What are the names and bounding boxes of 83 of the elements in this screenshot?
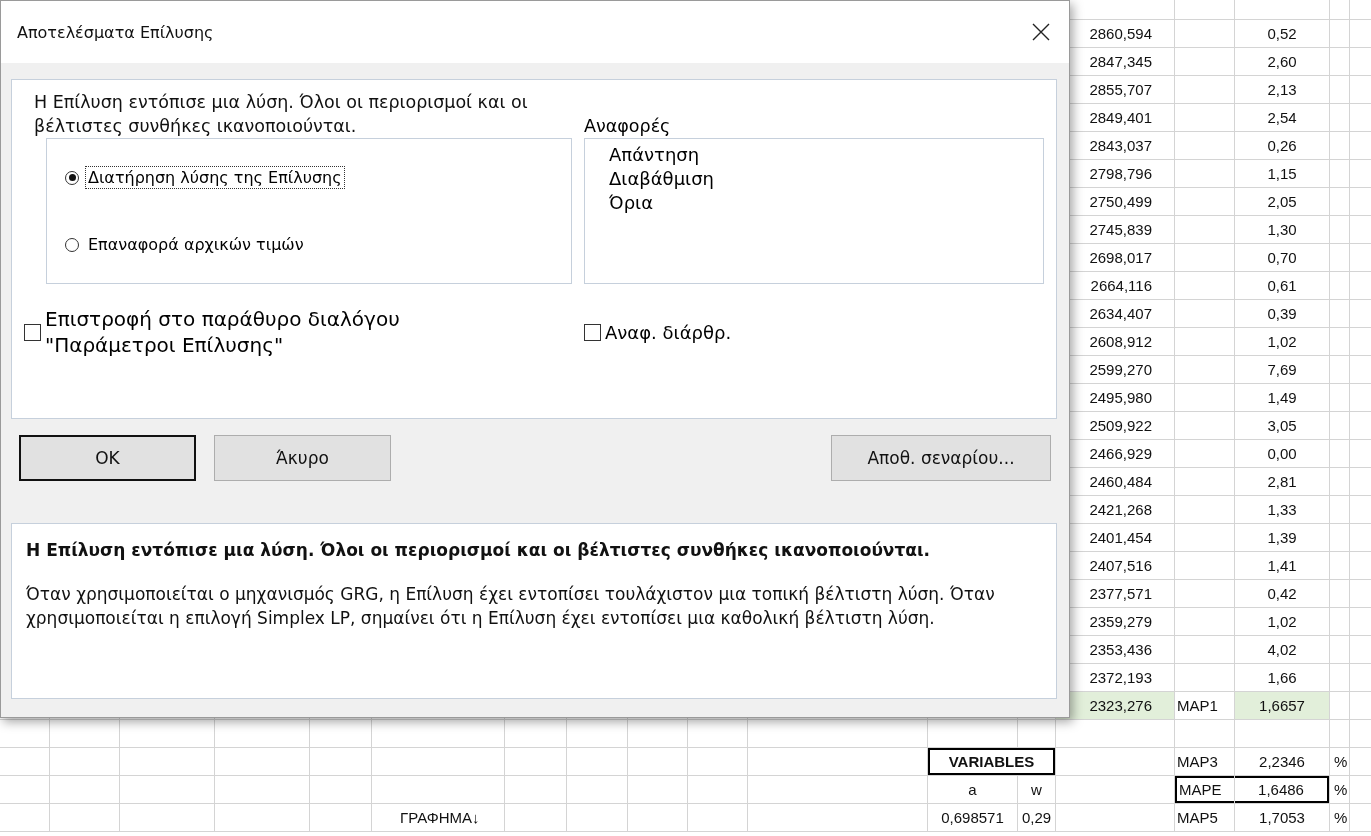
table-cell-text: 1,02 bbox=[1266, 332, 1298, 352]
table-cell-text: 2608,912 bbox=[1088, 332, 1153, 352]
table-cell-text: 2855,707 bbox=[1088, 80, 1153, 100]
table-cell-text: 2466,929 bbox=[1088, 444, 1153, 464]
table-cell-text: 0,52 bbox=[1266, 24, 1298, 44]
table-cell: VARIABLES bbox=[928, 748, 1055, 775]
checkbox-label[interactable]: Επιστροφή στο παράθυρο διαλόγου "Παράμετροι Επίλυσης" bbox=[45, 306, 465, 358]
table-cell-text: 2,05 bbox=[1266, 192, 1298, 212]
close-icon[interactable] bbox=[1031, 22, 1051, 42]
table-cell-text: 3,05 bbox=[1266, 416, 1298, 436]
table-cell-text: 2843,037 bbox=[1088, 136, 1153, 156]
result-message: Η Επίλυση εντόπισε μια λύση. Όλοι οι περιορισμοί και οι βέλτιστες συνθήκες ικανοποιούνται. bbox=[34, 91, 529, 138]
checkbox[interactable] bbox=[584, 323, 601, 341]
table-cell-text: 2,60 bbox=[1266, 52, 1298, 72]
table-cell-text: 0,29 bbox=[1020, 808, 1053, 828]
table-cell-text: 1,49 bbox=[1266, 388, 1298, 408]
table-cell-text: a bbox=[967, 780, 978, 800]
table-cell-text: 2353,436 bbox=[1088, 640, 1153, 660]
dialog-button[interactable]: Άκυρο bbox=[214, 435, 391, 481]
table-cell-text: 1,7053 bbox=[1258, 808, 1306, 828]
report-item[interactable]: Όρια bbox=[609, 191, 1043, 215]
window-title: Αποτελέσματα Επίλυσης bbox=[17, 22, 215, 42]
table-cell: MAPE bbox=[1175, 776, 1234, 803]
table-cell-text: 4,02 bbox=[1266, 640, 1298, 660]
table-cell-text: 2509,922 bbox=[1088, 416, 1153, 436]
checkbox-label[interactable]: Αναφ. διάρθρ. bbox=[605, 321, 732, 343]
table-cell-text: 0,698571 bbox=[940, 808, 1005, 828]
table-cell-text: 2401,454 bbox=[1088, 528, 1153, 548]
table-cell: 1,6486 bbox=[1235, 776, 1329, 803]
table-cell-text: 2372,193 bbox=[1088, 668, 1153, 688]
table-cell-text: MAP5 bbox=[1176, 808, 1219, 828]
table-cell-text: 1,30 bbox=[1266, 220, 1298, 240]
table-cell-text: 2,2346 bbox=[1258, 752, 1306, 772]
table-cell-text: 2664,116 bbox=[1089, 276, 1153, 296]
table-cell-text: 2698,017 bbox=[1088, 248, 1153, 268]
radio-label[interactable]: Επαναφορά αρχικών τιμών bbox=[85, 233, 307, 256]
table-cell-text: 1,33 bbox=[1266, 500, 1298, 520]
table-cell-text: MAP3 bbox=[1176, 752, 1219, 772]
table-cell-text: ΓΡΑΦΗΜΑ↓ bbox=[399, 808, 481, 828]
table-cell-text: 0,61 bbox=[1266, 276, 1298, 296]
save-scenario-button[interactable]: Αποθ. σεναρίου... bbox=[831, 435, 1051, 481]
table-cell-text: 0,00 bbox=[1266, 444, 1298, 464]
table-cell-text: 2495,980 bbox=[1088, 388, 1153, 408]
table-cell-text: 2860,594 bbox=[1088, 24, 1153, 44]
table-cell-text: 2847,345 bbox=[1088, 52, 1153, 72]
table-cell-text: 1,66 bbox=[1266, 668, 1298, 688]
table-cell-text: 2,54 bbox=[1266, 108, 1298, 128]
table-cell-text: 2421,268 bbox=[1088, 500, 1153, 520]
table-cell-text: MAP1 bbox=[1176, 696, 1219, 716]
table-cell-text: 2460,484 bbox=[1088, 472, 1153, 492]
table-cell-text: % bbox=[1333, 780, 1349, 800]
table-cell-text: w bbox=[1030, 780, 1043, 800]
table-cell-text: 0,42 bbox=[1266, 584, 1298, 604]
reports-label: Αναφορές bbox=[584, 115, 672, 138]
table-cell-text: 1,39 bbox=[1266, 528, 1298, 548]
table-cell-text: 2750,499 bbox=[1088, 192, 1153, 212]
table-cell-text: 2359,279 bbox=[1088, 612, 1153, 632]
table-cell-text: 2798,796 bbox=[1088, 164, 1153, 184]
table-cell-text: 0,70 bbox=[1266, 248, 1298, 268]
table-cell-text: % bbox=[1333, 808, 1349, 828]
table-cell-text: 2599,270 bbox=[1088, 360, 1153, 380]
info-text: Όταν χρησιμοποιείται ο μηχανισμός GRG, η Επίλυση έχει εντοπίσει τουλάχιστον μια τοπική βέλτιστη λύση. Όταν χρησιμοποιείται η επιλογή Simplex LP, σημαίνει ότι η Επίλυση έχει εντοπίσει μια καθολική βέλτιστη λύση. bbox=[26, 583, 996, 630]
checkbox[interactable] bbox=[24, 323, 41, 341]
table-cell-text: 2634,407 bbox=[1088, 304, 1153, 324]
table-cell-text: 0,39 bbox=[1266, 304, 1298, 324]
table-cell-text: 1,15 bbox=[1266, 164, 1298, 184]
radio-label[interactable]: Διατήρηση λύσης της Επίλυσης bbox=[85, 166, 345, 189]
table-cell-text: 7,69 bbox=[1266, 360, 1298, 380]
table-cell: 1,6657 bbox=[1235, 692, 1329, 719]
table-cell-text: 0,26 bbox=[1266, 136, 1298, 156]
report-item[interactable]: Διαβάθμιση bbox=[609, 167, 1043, 191]
table-cell-text: 1,41 bbox=[1266, 556, 1298, 576]
table-cell-text: 2,81 bbox=[1266, 472, 1298, 492]
table-cell-text: 2745,839 bbox=[1088, 220, 1153, 240]
table-cell-text: 2,13 bbox=[1266, 80, 1298, 100]
dialog-button[interactable]: OK bbox=[19, 435, 196, 481]
table-cell-text: 2849,401 bbox=[1088, 108, 1153, 128]
table-cell-text: 2377,571 bbox=[1088, 584, 1153, 604]
report-item[interactable]: Απάντηση bbox=[609, 143, 1043, 167]
table-cell-text: % bbox=[1333, 752, 1349, 772]
table-cell-text: 1,02 bbox=[1266, 612, 1298, 632]
info-heading: Η Επίλυση εντόπισε μια λύση. Όλοι οι περιορισμοί και οι βέλτιστες συνθήκες ικανοποιούνται. bbox=[26, 540, 932, 560]
table-cell-text: 2407,516 bbox=[1088, 556, 1153, 576]
